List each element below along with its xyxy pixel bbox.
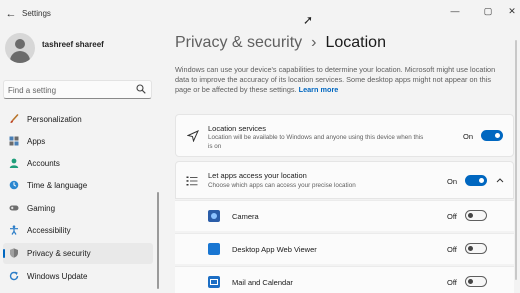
sidebar-item-label: Accounts	[27, 159, 60, 168]
chevron-up-icon[interactable]	[496, 177, 504, 183]
mail-app-icon	[208, 276, 220, 288]
location-services-toggle[interactable]	[481, 130, 503, 141]
shield-icon	[10, 248, 18, 258]
let-apps-access-state: On	[447, 177, 458, 186]
person-icon	[9, 158, 19, 168]
back-arrow-icon[interactable]: ←	[4, 7, 18, 21]
search-input[interactable]	[8, 83, 133, 97]
breadcrumb: Privacy & security › Location	[175, 34, 386, 52]
sidebar-item-label: Privacy & security	[27, 249, 91, 258]
globe-clock-icon	[9, 180, 19, 190]
app-state: Off	[447, 245, 457, 254]
app-title: Settings	[22, 9, 51, 18]
accessibility-icon	[10, 225, 18, 235]
sidebar-item-time-language[interactable]: Time & language	[3, 175, 153, 196]
sidebar-scrollbar[interactable]	[157, 192, 159, 289]
location-services-card: Location services Location will be avail…	[175, 114, 514, 157]
title-bar: ← Settings — ▢ ✕	[0, 0, 520, 28]
profile-name: tashreef shareef	[42, 40, 104, 49]
list-icon	[186, 176, 198, 186]
list-item: Camera Off	[175, 200, 514, 231]
let-apps-access-toggle[interactable]	[465, 175, 487, 186]
location-services-subtitle: Location will be available to Windows an…	[208, 134, 424, 150]
breadcrumb-parent[interactable]: Privacy & security	[175, 34, 302, 51]
list-item: Desktop App Web Viewer Off	[175, 233, 514, 264]
sidebar-item-accessibility[interactable]: Accessibility	[3, 220, 153, 241]
brush-icon	[10, 114, 19, 123]
sidebar-item-privacy-security[interactable]: Privacy & security	[3, 243, 153, 264]
app-state: Off	[447, 212, 457, 221]
gamepad-icon	[9, 205, 19, 211]
learn-more-link[interactable]: Learn more	[299, 85, 339, 94]
web-viewer-app-icon	[208, 243, 220, 255]
breadcrumb-separator: ›	[311, 34, 317, 51]
sidebar-item-label: Accessibility	[27, 226, 71, 235]
main-scrollbar[interactable]	[515, 40, 517, 280]
app-state: Off	[447, 278, 457, 287]
apps-icon	[9, 136, 19, 146]
let-apps-access-card[interactable]: Let apps access your location Choose whi…	[175, 161, 514, 199]
maximize-icon[interactable]: ▢	[481, 5, 495, 17]
location-services-title: Location services	[208, 124, 266, 133]
desktop-app-web-viewer-toggle[interactable]	[465, 243, 487, 254]
let-apps-access-title: Let apps access your location	[208, 171, 307, 180]
let-apps-access-subtitle: Choose which apps can access your precis…	[208, 182, 356, 189]
sidebar-item-accounts[interactable]: Accounts	[3, 153, 153, 174]
app-name: Camera	[232, 212, 259, 221]
page-description: Windows can use your device's capabiliti…	[175, 65, 505, 95]
sidebar-item-windows-update[interactable]: Windows Update	[3, 266, 153, 287]
search-icon[interactable]	[136, 84, 146, 94]
sidebar-item-label: Windows Update	[27, 272, 88, 281]
search-box[interactable]	[3, 80, 152, 99]
close-icon[interactable]: ✕	[505, 5, 519, 17]
sidebar-item-label: Personalization	[27, 115, 82, 124]
sidebar-item-label: Gaming	[27, 204, 56, 213]
update-icon	[9, 271, 19, 281]
mouse-cursor-icon: ➚	[303, 13, 314, 27]
app-name: Mail and Calendar	[232, 278, 293, 287]
mail-and-calendar-toggle[interactable]	[465, 276, 487, 287]
app-name: Desktop App Web Viewer	[232, 245, 317, 254]
sidebar-item-gaming[interactable]: Gaming	[3, 198, 153, 219]
sidebar-item-label: Apps	[27, 137, 46, 146]
minimize-icon[interactable]: —	[448, 5, 462, 17]
avatar[interactable]	[5, 33, 35, 63]
camera-toggle[interactable]	[465, 210, 487, 221]
location-arrow-icon	[187, 130, 199, 142]
location-services-state: On	[463, 132, 474, 141]
list-item: Mail and Calendar Off	[175, 266, 514, 293]
sidebar-item-personalization[interactable]: Personalization	[3, 109, 153, 130]
camera-app-icon	[208, 210, 220, 222]
sidebar-item-label: Time & language	[27, 181, 88, 190]
sidebar-item-apps[interactable]: Apps	[3, 131, 153, 152]
page-title: Location	[325, 34, 386, 51]
